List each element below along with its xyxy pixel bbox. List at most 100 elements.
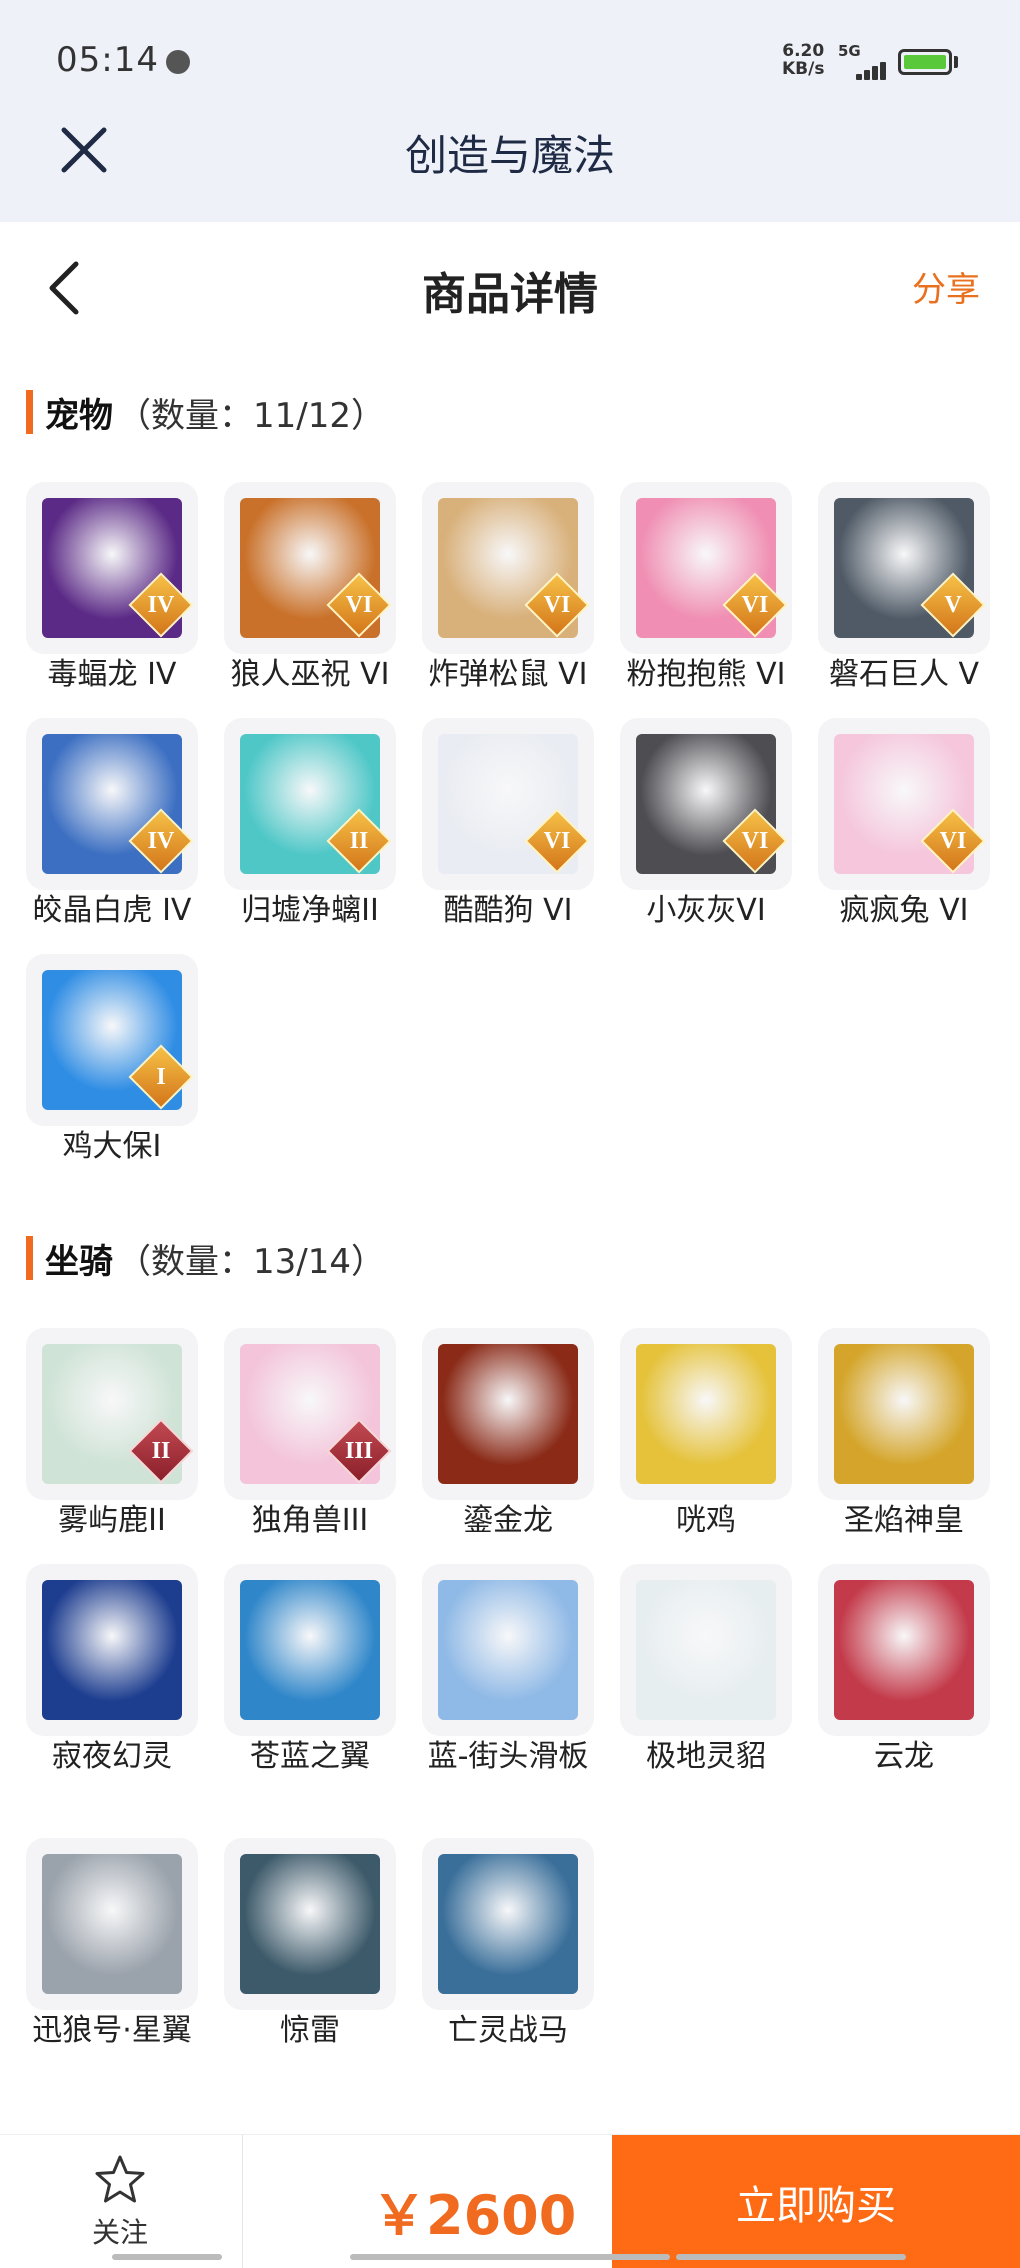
status-time: 05:14 [56, 40, 159, 80]
item-label: 毒蝠龙 IV [47, 657, 177, 692]
tier-badge-text: IV [147, 827, 175, 854]
item-image [42, 1854, 182, 1994]
item-thumbnail: IV [26, 718, 198, 890]
item-thumbnail: I [26, 954, 198, 1126]
nav-indicator [112, 2254, 222, 2260]
item-label: 炸弹松鼠 VI [428, 657, 588, 692]
battery-icon [898, 49, 952, 75]
item-image [438, 1580, 578, 1720]
item-thumbnail [818, 1328, 990, 1500]
tier-badge-text: VI [543, 827, 571, 854]
item-thumbnail [26, 1564, 198, 1736]
section-title: 坐骑 [45, 1241, 113, 1282]
item-label: 鸡大保I [62, 1129, 162, 1164]
item-label: 惊雷 [280, 2013, 340, 2048]
item-image [636, 1344, 776, 1484]
tier-badge-text: VI [345, 591, 373, 618]
follow-label: 关注 [91, 2216, 148, 2249]
nav-indicator [350, 2254, 670, 2260]
share-button[interactable]: 分享 [912, 262, 980, 311]
buy-now-button[interactable]: 立即购买 [612, 2135, 1020, 2268]
item-label: 寂夜幻灵 [52, 1739, 172, 1774]
item-label: 疯疯兔 VI [839, 893, 969, 928]
item-thumbnail: VI [422, 482, 594, 654]
item-label: 狼人巫祝 VI [230, 657, 390, 692]
item-image [240, 1854, 380, 1994]
app-bar: 05:14 6.20 KB/s 5G 创造与魔法 [0, 0, 1020, 222]
section-accent [26, 1236, 33, 1280]
item-thumbnail: VI [224, 482, 396, 654]
item-thumbnail [818, 1564, 990, 1736]
tier-badge-text: IV [147, 591, 175, 618]
item-thumbnail: VI [620, 482, 792, 654]
item-label: 酷酷狗 VI [443, 893, 573, 928]
item-thumbnail: IV [26, 482, 198, 654]
follow-button[interactable]: 关注 [70, 2153, 170, 2251]
globe-icon [166, 50, 190, 74]
section-count: （数量：11/12） [117, 395, 385, 436]
item-label: 独角兽III [251, 1503, 369, 1538]
network-speed: 6.20 KB/s [782, 42, 824, 78]
item-thumbnail [620, 1564, 792, 1736]
item-label: 雾屿鹿II [58, 1503, 166, 1538]
page-header: 商品详情 分享 [0, 222, 1020, 352]
speed-unit: KB/s [782, 59, 825, 79]
item-thumbnail [224, 1838, 396, 2010]
section-header-mounts: 坐骑 （数量：13/14） [26, 1234, 385, 1282]
network-type: 5G [838, 42, 861, 60]
item-thumbnail: III [224, 1328, 396, 1500]
item-label: 苍蓝之翼 [250, 1739, 370, 1774]
tier-badge-text: VI [741, 827, 769, 854]
item-thumbnail: V [818, 482, 990, 654]
section-accent [26, 390, 33, 434]
item-label: 咣鸡 [676, 1503, 736, 1538]
item-label: 蓝-街头滑板 [427, 1739, 589, 1774]
divider [242, 2135, 243, 2268]
item-label: 磐石巨人 V [828, 657, 980, 692]
item-thumbnail [422, 1838, 594, 2010]
tier-badge-text: VI [543, 591, 571, 618]
battery-tip [954, 56, 958, 68]
item-label: 极地灵貂 [646, 1739, 766, 1774]
section-header-pets: 宠物 （数量：11/12） [26, 388, 385, 436]
item-label: 亡灵战马 [448, 2013, 568, 2048]
item-thumbnail: VI [422, 718, 594, 890]
item-image [438, 1344, 578, 1484]
item-label: 粉抱抱熊 VI [626, 657, 786, 692]
item-thumbnail [620, 1328, 792, 1500]
item-image [240, 1580, 380, 1720]
item-thumbnail: II [26, 1328, 198, 1500]
price: ￥2600 [372, 2184, 577, 2247]
item-thumbnail [422, 1328, 594, 1500]
tier-badge-text: VI [939, 827, 967, 854]
speed-value: 6.20 [782, 41, 825, 61]
item-image [834, 1580, 974, 1720]
signal-icon [842, 60, 886, 80]
tier-badge-text: V [944, 591, 962, 618]
item-thumbnail: VI [620, 718, 792, 890]
item-label: 圣焰神皇 [844, 1503, 964, 1538]
item-image [834, 1344, 974, 1484]
item-thumbnail: II [224, 718, 396, 890]
section-count: （数量：13/14） [117, 1241, 385, 1282]
item-label: 迅狼号·星翼 [32, 2013, 192, 2048]
app-title: 创造与魔法 [404, 131, 615, 180]
page-title: 商品详情 [422, 269, 598, 320]
item-label: 皎晶白虎 IV [32, 893, 192, 928]
item-thumbnail [224, 1564, 396, 1736]
item-thumbnail: VI [818, 718, 990, 890]
item-image [42, 1580, 182, 1720]
tier-badge-text: II [349, 827, 369, 854]
item-label: 小灰灰VI [646, 893, 766, 928]
tier-badge-text: VI [741, 591, 769, 618]
item-thumbnail [422, 1564, 594, 1736]
tier-badge-text: II [151, 1437, 171, 1464]
item-image [438, 1854, 578, 1994]
item-image [636, 1580, 776, 1720]
section-title: 宠物 [45, 395, 113, 436]
item-thumbnail [26, 1838, 198, 2010]
item-label: 云龙 [874, 1739, 934, 1774]
item-label: 归墟净螭II [241, 893, 379, 928]
tier-badge-text: I [156, 1063, 166, 1090]
item-label: 鎏金龙 [463, 1503, 553, 1538]
